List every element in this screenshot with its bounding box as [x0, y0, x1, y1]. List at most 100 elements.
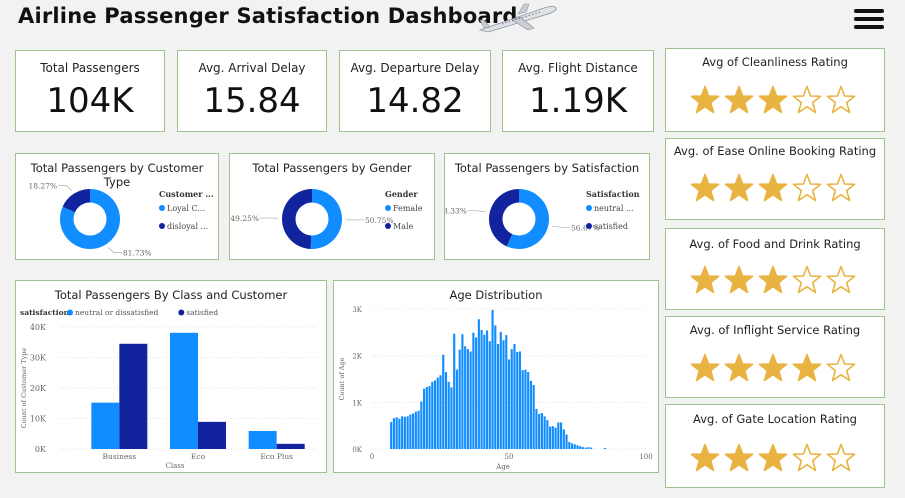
- histogram-bar[interactable]: [551, 426, 554, 449]
- histogram-bar[interactable]: [436, 377, 439, 449]
- histogram-bar[interactable]: [395, 417, 398, 449]
- histogram-bar[interactable]: [562, 429, 565, 449]
- donut-slice[interactable]: [310, 189, 342, 249]
- histogram-bar[interactable]: [540, 413, 543, 449]
- histogram-bar[interactable]: [422, 388, 426, 449]
- histogram-bar[interactable]: [507, 359, 511, 449]
- histogram-bar[interactable]: [568, 442, 571, 449]
- histogram-bar[interactable]: [491, 309, 494, 449]
- histogram-bar[interactable]: [442, 354, 445, 449]
- histogram-bar[interactable]: [431, 381, 434, 449]
- histogram-bar[interactable]: [521, 370, 524, 449]
- histogram-bar[interactable]: [527, 372, 530, 449]
- histogram-bar[interactable]: [425, 386, 428, 449]
- histogram-bar[interactable]: [516, 351, 519, 449]
- y-tick-label: 20K: [30, 384, 47, 393]
- histogram-bar[interactable]: [579, 446, 582, 449]
- histogram-bar[interactable]: [554, 427, 557, 449]
- histogram-bar[interactable]: [450, 387, 453, 449]
- histogram-bar[interactable]: [439, 375, 442, 449]
- histogram-bar[interactable]: [576, 445, 579, 449]
- histogram-bar[interactable]: [549, 426, 552, 449]
- rating-label: Avg. of Gate Location Rating: [693, 412, 857, 426]
- histogram-bar[interactable]: [538, 414, 541, 449]
- histogram-bar[interactable]: [469, 351, 472, 449]
- histogram-bar[interactable]: [480, 330, 483, 449]
- histogram-bar[interactable]: [453, 333, 456, 449]
- histogram-bar[interactable]: [513, 344, 516, 449]
- histogram-bar[interactable]: [510, 349, 513, 449]
- histogram-bar[interactable]: [584, 447, 587, 449]
- histogram-bar[interactable]: [403, 416, 406, 449]
- histogram-bar[interactable]: [392, 418, 395, 449]
- bar[interactable]: [276, 443, 305, 449]
- x-tick-label: Eco Plus: [260, 452, 293, 461]
- histogram-bar[interactable]: [546, 420, 549, 449]
- histogram-bar[interactable]: [464, 346, 467, 449]
- donut-chart-satisfaction: 56.67%43.33%Satisfactionneutral ...satis…: [445, 189, 640, 249]
- histogram-bar[interactable]: [529, 380, 532, 449]
- histogram-bar[interactable]: [398, 418, 401, 449]
- kpi-total-passengers: Total Passengers 104K: [15, 50, 165, 132]
- histogram-bar[interactable]: [573, 444, 576, 449]
- histogram-bar[interactable]: [475, 337, 478, 449]
- bar[interactable]: [119, 343, 148, 449]
- star-rating: [690, 173, 856, 203]
- histogram-bar[interactable]: [570, 443, 574, 449]
- histogram-bar[interactable]: [557, 422, 560, 449]
- histogram-bar[interactable]: [587, 447, 590, 449]
- histogram-bar[interactable]: [428, 386, 431, 449]
- histogram-bar[interactable]: [518, 351, 522, 449]
- bar[interactable]: [198, 421, 226, 449]
- histogram-bar[interactable]: [483, 334, 486, 449]
- histogram-bar[interactable]: [412, 413, 415, 449]
- histogram-bar[interactable]: [505, 335, 508, 449]
- histogram-bar[interactable]: [494, 325, 497, 449]
- histogram-bar[interactable]: [543, 416, 546, 449]
- histogram-bar[interactable]: [488, 341, 491, 449]
- star-empty-icon: [826, 443, 856, 472]
- histogram-bar[interactable]: [499, 331, 502, 449]
- kpi-avg-departure-delay: Avg. Departure Delay 14.82: [339, 50, 491, 132]
- histogram-bar[interactable]: [417, 410, 420, 449]
- histogram-bar[interactable]: [535, 408, 538, 449]
- hamburger-menu-icon[interactable]: [852, 6, 886, 32]
- histogram-bar[interactable]: [581, 447, 585, 449]
- histogram-bar[interactable]: [433, 380, 437, 449]
- histogram-bar[interactable]: [461, 334, 464, 449]
- histogram-bar[interactable]: [532, 385, 535, 449]
- legend-marker: [178, 309, 185, 316]
- histogram-bar[interactable]: [406, 416, 409, 449]
- bar[interactable]: [248, 431, 277, 449]
- histogram-bar[interactable]: [420, 401, 423, 449]
- histogram-bar[interactable]: [409, 414, 412, 449]
- histogram-bar[interactable]: [502, 340, 505, 449]
- kpi-avg-flight-distance: Avg. Flight Distance 1.19K: [502, 50, 654, 132]
- donut-slice[interactable]: [281, 189, 312, 249]
- histogram-bar[interactable]: [390, 421, 393, 449]
- histogram-bar[interactable]: [447, 381, 450, 449]
- y-tick-label: 0K: [35, 445, 47, 454]
- histogram-bar[interactable]: [466, 349, 469, 449]
- histogram-bar[interactable]: [496, 344, 500, 449]
- rating-card-inflight-service: Avg. of Inflight Service Rating: [665, 316, 885, 398]
- histogram-bar[interactable]: [472, 332, 475, 449]
- bar[interactable]: [91, 402, 120, 449]
- histogram-bar[interactable]: [444, 372, 448, 449]
- histogram-bar[interactable]: [565, 434, 568, 449]
- x-tick-label: Eco: [191, 452, 206, 461]
- histogram-bar[interactable]: [486, 330, 489, 449]
- histogram-bar[interactable]: [458, 349, 461, 449]
- histogram-bar[interactable]: [455, 369, 459, 449]
- histogram-bar[interactable]: [414, 411, 417, 449]
- histogram-bar[interactable]: [603, 448, 606, 449]
- histogram-bar[interactable]: [524, 369, 527, 449]
- histogram-bar[interactable]: [477, 319, 480, 449]
- bar[interactable]: [170, 332, 198, 449]
- star-rating: [690, 443, 856, 473]
- histogram-bar[interactable]: [401, 416, 404, 449]
- star-filled-icon: [792, 353, 822, 382]
- histogram-bar[interactable]: [559, 422, 563, 449]
- histogram-bar[interactable]: [590, 447, 593, 449]
- y-tick-label: 40K: [30, 323, 47, 332]
